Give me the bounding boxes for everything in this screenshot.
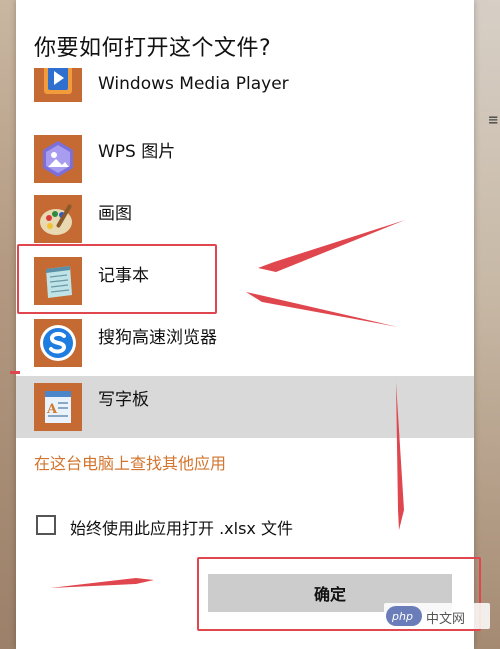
app-label-paint: 画图 bbox=[98, 204, 132, 224]
app-item-sogou-browser[interactable]: 搜狗高速浏览器 bbox=[16, 314, 474, 376]
php-logo-text: php bbox=[391, 610, 413, 623]
wps-picture-icon bbox=[34, 135, 82, 183]
background-edge-glyph: ≡ bbox=[488, 110, 498, 129]
paint-palette-icon bbox=[34, 195, 82, 243]
wordpad-icon: A bbox=[34, 383, 82, 431]
always-use-label: 始终使用此应用打开 .xlsx 文件 bbox=[70, 519, 293, 538]
php-logo: php bbox=[386, 606, 422, 626]
app-item-paint[interactable]: 画图 bbox=[16, 190, 474, 252]
open-with-dialog: 你要如何打开这个文件? Windows Media Player WPS 图片 bbox=[16, 0, 474, 649]
app-item-wps-picture[interactable]: WPS 图片 bbox=[16, 128, 474, 190]
sogou-browser-icon bbox=[34, 319, 82, 367]
app-item-windows-media-player[interactable]: Windows Media Player bbox=[16, 68, 474, 118]
app-label-wps-picture: WPS 图片 bbox=[98, 142, 176, 162]
app-item-wordpad[interactable]: A 写字板 bbox=[16, 376, 474, 438]
app-label-windows-media-player: Windows Media Player bbox=[98, 74, 289, 94]
annotation-box-notepad bbox=[17, 244, 217, 314]
watermark-site-text: 中文网 bbox=[426, 612, 466, 627]
app-label-sogou-browser: 搜狗高速浏览器 bbox=[98, 328, 217, 348]
svg-text:A: A bbox=[46, 402, 58, 417]
find-other-app-link[interactable]: 在这台电脑上查找其他应用 bbox=[34, 450, 226, 474]
site-watermark: php 中文网 bbox=[384, 603, 490, 629]
annotation-dash bbox=[10, 371, 20, 374]
app-label-wordpad: 写字板 bbox=[98, 390, 149, 410]
dialog-title: 你要如何打开这个文件? bbox=[34, 36, 272, 61]
always-use-checkbox[interactable] bbox=[36, 515, 56, 535]
windows-media-player-icon bbox=[34, 68, 82, 102]
